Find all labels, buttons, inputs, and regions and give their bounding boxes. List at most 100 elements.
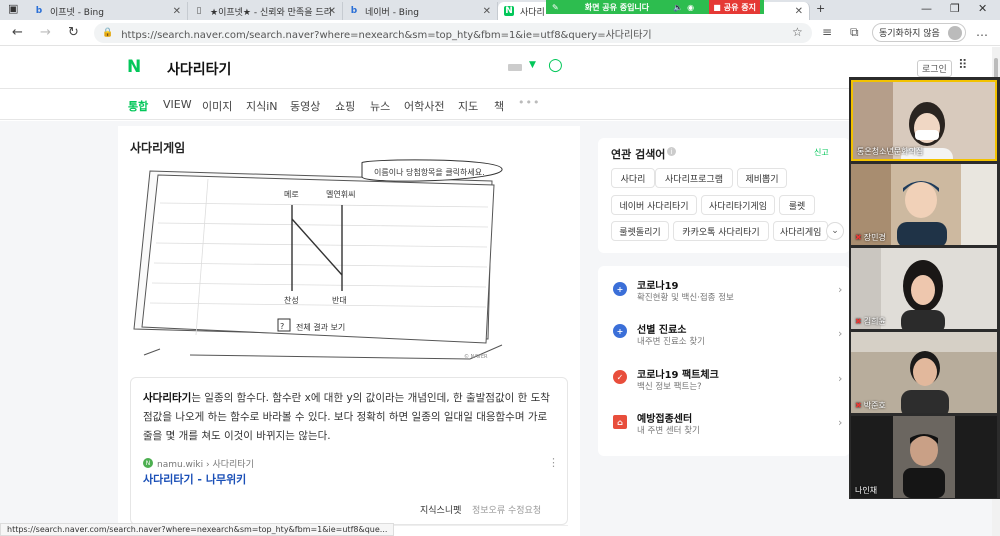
related-chip[interactable]: 룰렛	[779, 195, 815, 215]
related-chip[interactable]: 사다리	[611, 168, 655, 188]
new-tab-icon[interactable]: +	[816, 2, 825, 15]
tab-image[interactable]: 이미지	[202, 98, 232, 114]
page-icon: ▯	[196, 6, 202, 16]
related-chip[interactable]: 제비뽑기	[737, 168, 787, 188]
url-field[interactable]: 🔒 https://search.naver.com/search.naver?…	[94, 23, 812, 43]
close-tab-icon[interactable]: ✕	[483, 6, 491, 17]
url-text: https://search.naver.com/search.naver?wh…	[121, 29, 652, 41]
video-tile[interactable]: 나인채	[851, 416, 997, 498]
video-tile[interactable]: ✖ 장민경	[851, 164, 997, 245]
autocomplete-toggle-icon[interactable]: ▼	[529, 60, 536, 70]
covid-item-title[interactable]: 선별 진료소	[637, 321, 686, 336]
tab-video[interactable]: 동영상	[290, 98, 320, 114]
more-menu-icon[interactable]: …	[976, 25, 988, 39]
close-window-icon[interactable]: ✕	[978, 2, 987, 15]
ladder-game-illustration[interactable]: 이름이나 당첨항목을 클릭하세요. 메로 멜연휘씨 찬성 반대 ? 전체 결과 …	[130, 159, 506, 365]
ladder-bottom-right: 반대	[332, 296, 347, 305]
vaccine-center-icon: ⌂	[613, 415, 627, 429]
related-title: 연관 검색어	[611, 148, 666, 161]
stop-share-button[interactable]: ■ 공유 중지	[709, 0, 760, 14]
video-tile[interactable]: ✖ 박준호	[851, 332, 997, 413]
tab-news[interactable]: 뉴스	[370, 98, 390, 114]
help-icon: ?	[280, 322, 284, 331]
tab-map[interactable]: 지도	[458, 98, 478, 114]
source-link[interactable]: 사다리타기 - 나무위키	[143, 471, 246, 487]
chevron-right-icon[interactable]: ›	[838, 416, 842, 429]
tab-kin[interactable]: 지식iN	[246, 98, 278, 114]
share-banner-text: 화면 공유 중입니다	[584, 2, 650, 12]
close-tab-icon[interactable]: ✕	[328, 6, 336, 17]
chevron-right-icon[interactable]: ›	[838, 372, 842, 385]
shield-icon[interactable]: ◉	[687, 3, 694, 12]
minimize-icon[interactable]: —	[921, 2, 932, 15]
browser-tab-3[interactable]: b 네이버 - Bing ✕	[343, 2, 498, 20]
close-tab-icon[interactable]: ✕	[173, 6, 181, 17]
lock-icon[interactable]: 🔒	[102, 28, 113, 38]
participant-name: ✖ 김희윤	[855, 316, 886, 327]
login-button[interactable]: 로그인	[917, 60, 952, 77]
covid-item-title[interactable]: 코로나19 팩트체크	[637, 366, 719, 381]
participant-name-text: 김희윤	[863, 317, 886, 326]
ladder-top-left: 메로	[284, 190, 299, 199]
chevron-down-icon[interactable]: ⌄	[826, 222, 844, 240]
browser-tab-2[interactable]: ▯ ★이프넷★ - 신뢰와 만족을 드리 ✕	[188, 2, 343, 20]
ladder-bottom-left: 찬성	[284, 295, 299, 305]
video-tile[interactable]: ✖ 김희윤	[851, 248, 997, 329]
apps-grid-icon[interactable]: ⠿	[958, 58, 968, 73]
tab-dictionary[interactable]: 어학사전	[404, 98, 444, 114]
report-error-link[interactable]: 정보오류 수정요청	[472, 503, 541, 516]
muted-mic-icon: ✖	[855, 233, 862, 242]
info-icon[interactable]: i	[667, 147, 676, 156]
related-chip[interactable]: 카카오톡 사다리타기	[673, 221, 769, 241]
muted-mic-icon: ✖	[855, 317, 862, 326]
search-icon[interactable]: ○	[548, 55, 563, 75]
back-icon[interactable]: ←	[12, 25, 23, 40]
favorite-star-icon[interactable]: ☆	[792, 25, 803, 39]
tab-view[interactable]: VIEW	[163, 98, 192, 111]
ladder-top-right: 멜연휘씨	[326, 189, 355, 199]
description-bold: 사다리타기	[143, 392, 192, 404]
naver-logo[interactable]: N	[127, 57, 141, 77]
covid-icon: +	[613, 282, 627, 296]
collections-icon[interactable]: ⧉	[850, 25, 859, 40]
restore-icon[interactable]: ❐	[950, 2, 960, 15]
browser-tab-title: 네이버 - Bing	[365, 7, 419, 18]
namuwiki-icon: N	[143, 458, 153, 468]
video-tile[interactable]: 통온청소년문화의집	[851, 80, 997, 161]
tab-all[interactable]: 통합	[128, 98, 148, 114]
browser-tab-title: 사다리	[520, 7, 545, 18]
participant-name: ✖ 장민경	[855, 232, 886, 243]
related-chip[interactable]: 사다리게임	[773, 221, 828, 241]
related-report-link[interactable]: 신고	[814, 147, 829, 158]
related-chip[interactable]: 룰렛돌리기	[611, 221, 669, 241]
related-chip[interactable]: 사다리프로그램	[655, 168, 733, 188]
tab-book[interactable]: 책	[494, 98, 504, 114]
search-query[interactable]: 사다리타기	[167, 59, 231, 79]
description-body: 는 일종의 함수다. 함수란 x에 대한 y의 값이라는 개념인데, 한 출발점…	[143, 392, 550, 442]
related-chip[interactable]: 사다리타기게임	[701, 195, 775, 215]
chevron-right-icon[interactable]: ›	[838, 283, 842, 296]
refresh-icon[interactable]: ↻	[68, 25, 79, 40]
profile-sync-button[interactable]: 동기화하지 않음	[872, 23, 966, 42]
covid-item-title[interactable]: 예방접종센터	[637, 410, 692, 425]
keyboard-icon[interactable]	[508, 64, 522, 71]
audio-icon[interactable]: 🔈	[673, 3, 683, 12]
status-url-bar: https://search.naver.com/search.naver?wh…	[0, 523, 395, 536]
close-tab-icon[interactable]: ✕	[795, 6, 803, 17]
covid-item-title[interactable]: 코로나19	[637, 277, 679, 292]
source-site[interactable]: namu.wiki › 사다리타기	[157, 457, 254, 470]
browser-tab-title: 이프넷 - Bing	[50, 7, 104, 18]
related-chip[interactable]: 네이버 사다리타기	[611, 195, 697, 215]
chevron-right-icon[interactable]: ›	[838, 327, 842, 340]
snippet-label: 지식스니펫	[420, 506, 462, 516]
tab-more-icon[interactable]: •••	[518, 96, 540, 109]
section-title: 사다리게임	[130, 141, 186, 155]
forward-icon[interactable]: →	[40, 25, 51, 40]
bing-icon: b	[350, 6, 358, 16]
favorites-list-icon[interactable]: ≡	[822, 25, 832, 39]
participant-name-text: 박준호	[863, 401, 886, 410]
browser-tab-1[interactable]: b 이프넷 - Bing ✕	[28, 2, 188, 20]
more-options-icon[interactable]: ⋮	[548, 456, 559, 469]
tab-actions-icon[interactable]: ▣	[8, 2, 18, 15]
tab-shopping[interactable]: 쇼핑	[335, 98, 355, 114]
